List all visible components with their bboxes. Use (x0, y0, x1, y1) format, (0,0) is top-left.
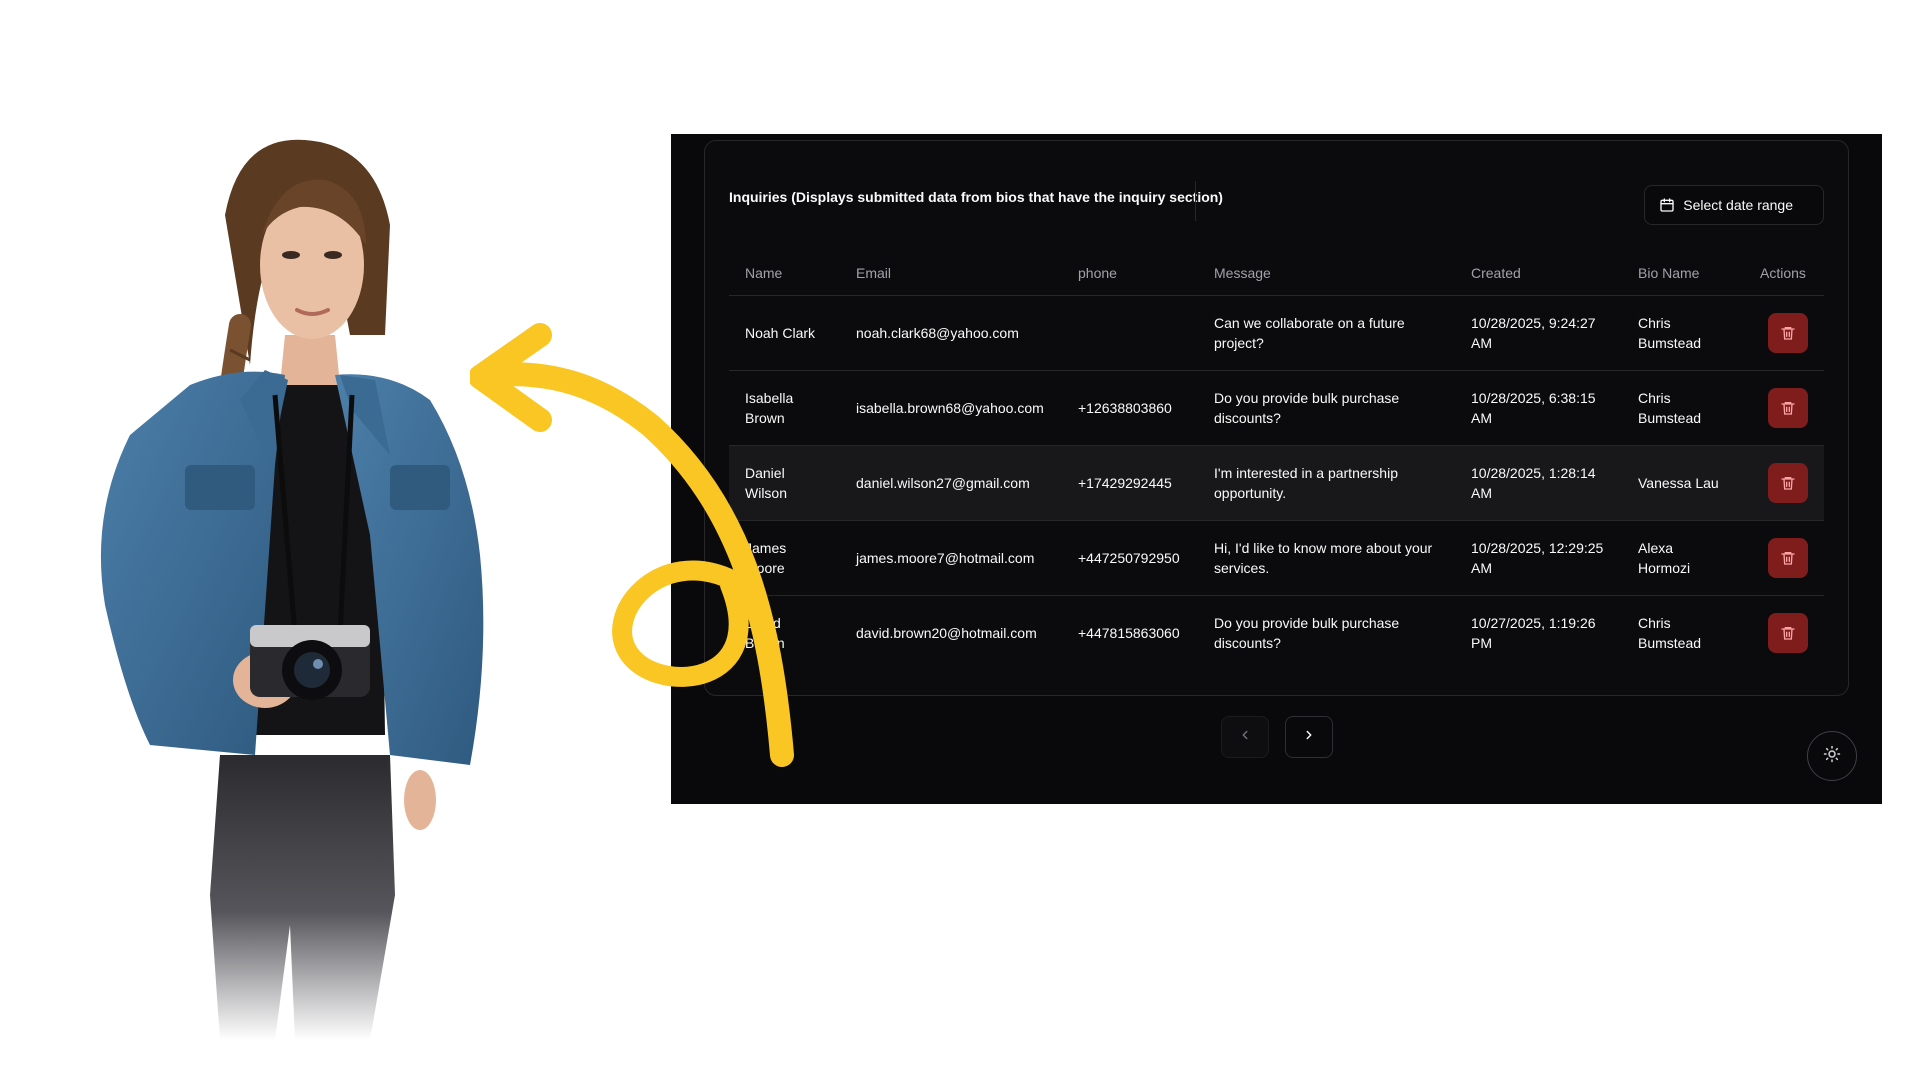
table-row[interactable]: David Brown david.brown20@hotmail.com +4… (729, 596, 1824, 671)
cell-actions (1744, 370, 1824, 446)
cell-name: Daniel Wilson (729, 445, 840, 521)
pagination-next-button[interactable] (1285, 716, 1333, 758)
cell-message: Can we collaborate on a future project? (1198, 295, 1455, 371)
trash-icon (1780, 325, 1796, 341)
chevron-left-icon (1238, 728, 1252, 747)
cell-email: david.brown20@hotmail.com (856, 625, 1037, 641)
inquiries-table: Name Email phone Message Created Bio Nam… (729, 251, 1824, 670)
trash-icon (1780, 625, 1796, 641)
calendar-icon (1659, 197, 1675, 213)
table-row[interactable]: Daniel Wilson daniel.wilson27@gmail.com … (729, 445, 1824, 521)
pagination-prev-button[interactable] (1221, 716, 1269, 758)
delete-button[interactable] (1768, 463, 1808, 503)
header-actions: Actions (1744, 251, 1824, 296)
cell-created: 10/28/2025, 1:28:14 AM (1455, 445, 1622, 521)
header-message: Message (1198, 251, 1455, 296)
inquiries-card: Inquiries (Displays submitted data from … (704, 140, 1849, 696)
cell-bio-name: Alexa Hormozi (1622, 520, 1744, 596)
cell-bio-name: Chris Bumstead (1638, 615, 1702, 651)
cell-phone: +17429292445 (1062, 445, 1198, 521)
cell-phone (1062, 295, 1198, 371)
table-row[interactable]: Isabella Brown isabella.brown68@yahoo.co… (729, 370, 1824, 446)
cell-message: Hi, I'd like to know more about your ser… (1198, 520, 1455, 596)
trash-icon (1780, 475, 1796, 491)
person-photo (90, 135, 520, 1040)
cell-actions (1744, 520, 1824, 596)
page-title: Inquiries (Displays submitted data from … (729, 189, 1223, 205)
cell-created: 10/28/2025, 9:24:27 AM (1455, 295, 1622, 371)
sun-icon (1823, 745, 1841, 768)
cell-created: 10/28/2025, 6:38:15 AM (1455, 370, 1622, 446)
chevron-right-icon (1302, 728, 1316, 747)
delete-button[interactable] (1768, 538, 1808, 578)
delete-button[interactable] (1768, 613, 1808, 653)
header-phone: phone (1062, 251, 1198, 296)
cell-bio-name: Chris Bumstead (1622, 370, 1744, 446)
cell-email: noah.clark68@yahoo.com (840, 295, 1062, 371)
cell-name: Isabella Brown (729, 370, 840, 446)
cell-name: Noah Clark (729, 295, 840, 371)
header-name: Name (729, 251, 840, 296)
cell-message: Do you provide bulk purchase discounts? (1214, 615, 1400, 651)
cell-name: David Brown (745, 615, 785, 651)
date-range-button[interactable]: Select date range (1644, 185, 1824, 225)
trash-icon (1780, 550, 1796, 566)
cell-phone: +447250792950 (1062, 520, 1198, 596)
trash-icon (1780, 400, 1796, 416)
delete-button[interactable] (1768, 313, 1808, 353)
cell-message: Do you provide bulk purchase discounts? (1198, 370, 1455, 446)
cell-name: James Moore (729, 520, 840, 596)
cell-bio-name: Chris Bumstead (1622, 295, 1744, 371)
table-header-row: Name Email phone Message Created Bio Nam… (729, 251, 1824, 296)
cell-email: james.moore7@hotmail.com (840, 520, 1062, 596)
delete-button[interactable] (1768, 388, 1808, 428)
title-divider (1195, 181, 1196, 221)
cell-created: 10/27/2025, 1:19:26 PM (1471, 615, 1596, 651)
cell-created: 10/28/2025, 12:29:25 AM (1455, 520, 1622, 596)
cell-bio-name: Vanessa Lau (1622, 445, 1744, 521)
cell-phone: +447815863060 (1078, 625, 1180, 641)
cell-actions (1744, 295, 1824, 371)
app-window: Inquiries (Displays submitted data from … (671, 134, 1882, 804)
cell-phone: +12638803860 (1062, 370, 1198, 446)
cell-message: I'm interested in a partnership opportun… (1198, 445, 1455, 521)
header-created: Created (1455, 251, 1622, 296)
date-range-label: Select date range (1683, 197, 1793, 213)
theme-toggle-button[interactable] (1807, 731, 1857, 781)
cell-actions (1744, 596, 1824, 671)
cell-email: isabella.brown68@yahoo.com (840, 370, 1062, 446)
header-email: Email (840, 251, 1062, 296)
cell-actions (1744, 445, 1824, 521)
table-row[interactable]: Noah Clark noah.clark68@yahoo.com Can we… (729, 295, 1824, 371)
table-row[interactable]: James Moore james.moore7@hotmail.com +44… (729, 520, 1824, 596)
header-bio-name: Bio Name (1622, 251, 1744, 296)
cell-email: daniel.wilson27@gmail.com (840, 445, 1062, 521)
